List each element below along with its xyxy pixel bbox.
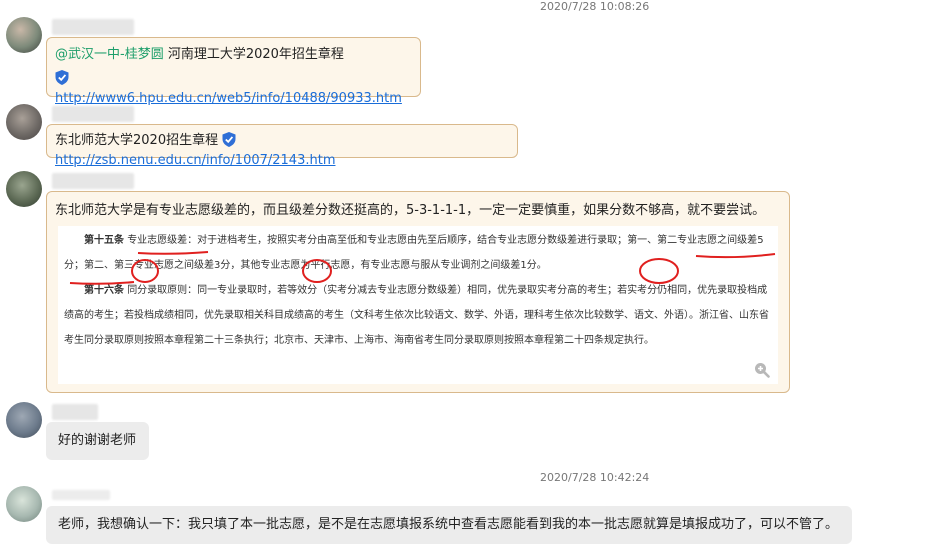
sender-name <box>52 490 110 500</box>
url-link[interactable]: http://zsb.nenu.edu.cn/info/1007/2143.ht… <box>55 153 335 168</box>
sender-name <box>52 106 134 122</box>
shield-check-icon <box>222 132 236 147</box>
article-15-text: ；第二、第三专业志愿之间级差 <box>74 260 214 271</box>
message-bubble[interactable]: 好的谢谢老师 <box>46 422 149 460</box>
article-15-text: ，其他专业志愿为平行志愿，有专业志愿与服从专业调剂之间级差 <box>230 260 521 271</box>
message-bubble[interactable]: 老师，我想确认一下：我只填了本一批志愿，是不是在志愿填报系统中查看志愿能看到我的… <box>46 506 852 544</box>
avatar[interactable] <box>6 104 42 140</box>
article-16-title: 第十六条 <box>84 285 124 296</box>
sender-name <box>52 173 134 189</box>
sender-name <box>52 404 98 420</box>
sender-name <box>52 19 134 35</box>
message-text: 河南理工大学2020年招生章程 <box>167 47 344 62</box>
message-text: 老师，我想确认一下：我只填了本一批志愿，是不是在志愿填报系统中查看志愿能看到我的… <box>58 517 839 532</box>
url-link[interactable]: http://www6.hpu.edu.cn/web5/info/10488/9… <box>55 91 402 106</box>
timestamp: 2020/7/28 10:42:24 <box>540 471 650 484</box>
article-15-title: 第十五条 <box>84 235 124 246</box>
article-15-text: 第一、第二专业志愿之间级差 <box>627 235 758 246</box>
timestamp: 2020/7/28 10:08:26 <box>540 0 650 13</box>
shield-check-icon <box>55 70 69 85</box>
message-bubble[interactable]: 东北师范大学2020招生章程 http://zsb.nenu.edu.cn/in… <box>46 124 518 168</box>
level-gap-value: 3分 <box>214 260 231 271</box>
avatar[interactable] <box>6 402 42 438</box>
document-image[interactable]: 第十五条 专业志愿级差：对于进档考生，按照实考分由高至低和专业志愿由先至后顺序，… <box>58 226 778 384</box>
message-text: 东北师范大学是有专业志愿级差的，而且级差分数还挺高的，5-3-1-1-1，一定一… <box>55 203 766 218</box>
message-text: 好的谢谢老师 <box>58 433 137 448</box>
avatar[interactable] <box>6 17 42 53</box>
avatar[interactable] <box>6 171 42 207</box>
zoom-in-icon[interactable] <box>754 362 770 378</box>
message-bubble[interactable]: @武汉一中-桂梦圆 河南理工大学2020年招生章程 http://www6.hp… <box>46 37 421 106</box>
mention-link[interactable]: @武汉一中-桂梦圆 <box>55 47 164 62</box>
article-15-text: 。 <box>536 260 547 271</box>
avatar[interactable] <box>6 486 42 522</box>
article-15-text: ：对于进档考生，按照实考分由高至低和专业志愿由先至后顺序，结合专业志愿分数级差进… <box>187 235 628 246</box>
level-gap-value: 1分 <box>520 260 537 271</box>
article-15-heading: 专业志愿级差 <box>127 235 188 246</box>
article-16-text: 同分录取原则：同一专业录取时，若等效分（实考分减去专业志愿分数级差）相同，优先录… <box>64 285 769 346</box>
message-text: 东北师范大学2020招生章程 <box>55 133 219 148</box>
